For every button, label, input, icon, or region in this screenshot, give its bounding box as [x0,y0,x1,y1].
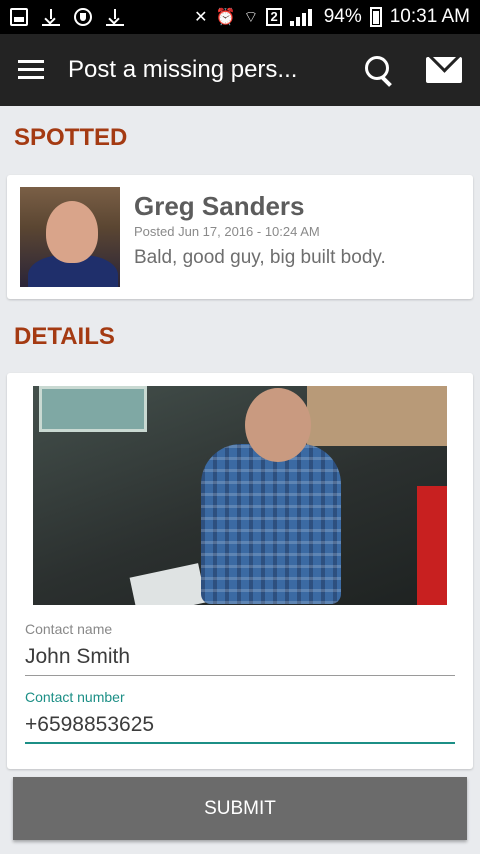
status-bar: ✕ ⏰ ⌔ 2 94% 10:31 AM [0,0,480,34]
person-name: Greg Sanders [134,191,305,221]
person-description: Bald, good guy, big built body. [134,247,386,268]
mute-icon: ✕ [194,9,208,26]
spotted-heading: SPOTTED [14,124,128,151]
app-bar: Post a missing pers... [0,34,480,106]
contact-number-underline [25,742,455,744]
page-title: Post a missing pers... [68,56,298,83]
status-notifications [10,8,124,26]
contact-name-underline [25,675,455,676]
wifi-icon: ⌔ [243,9,259,26]
download-icon [106,8,124,26]
contact-number-label: Contact number [25,689,125,705]
details-card: Contact name John Smith Contact number +… [7,373,473,769]
alarm-icon: ⏰ [215,9,236,26]
contact-name-label: Contact name [25,621,113,637]
contact-name-input[interactable]: John Smith [25,645,130,669]
battery-icon [369,7,382,27]
download-icon [42,8,60,26]
avatar [20,187,120,287]
details-heading: DETAILS [14,323,115,350]
clock: 10:31 AM [389,6,470,27]
sim-badge: 2 [266,8,282,26]
posted-timestamp: Posted Jun 17, 2016 - 10:24 AM [134,224,320,239]
signal-icon [289,8,316,26]
battery-percent: 94% [323,6,362,27]
submit-button[interactable]: SUBMIT [13,777,467,840]
sighting-photo [33,386,447,605]
spotted-card[interactable]: Greg Sanders Posted Jun 17, 2016 - 10:24… [7,175,473,299]
menu-icon[interactable] [18,60,44,80]
image-icon [10,8,28,26]
shield-icon [74,8,92,26]
search-icon[interactable] [362,53,396,87]
contact-number-input[interactable]: +6598853625 [25,713,154,737]
status-system: ✕ ⏰ ⌔ 2 94% 10:31 AM [194,6,470,28]
mail-icon[interactable] [426,57,462,83]
